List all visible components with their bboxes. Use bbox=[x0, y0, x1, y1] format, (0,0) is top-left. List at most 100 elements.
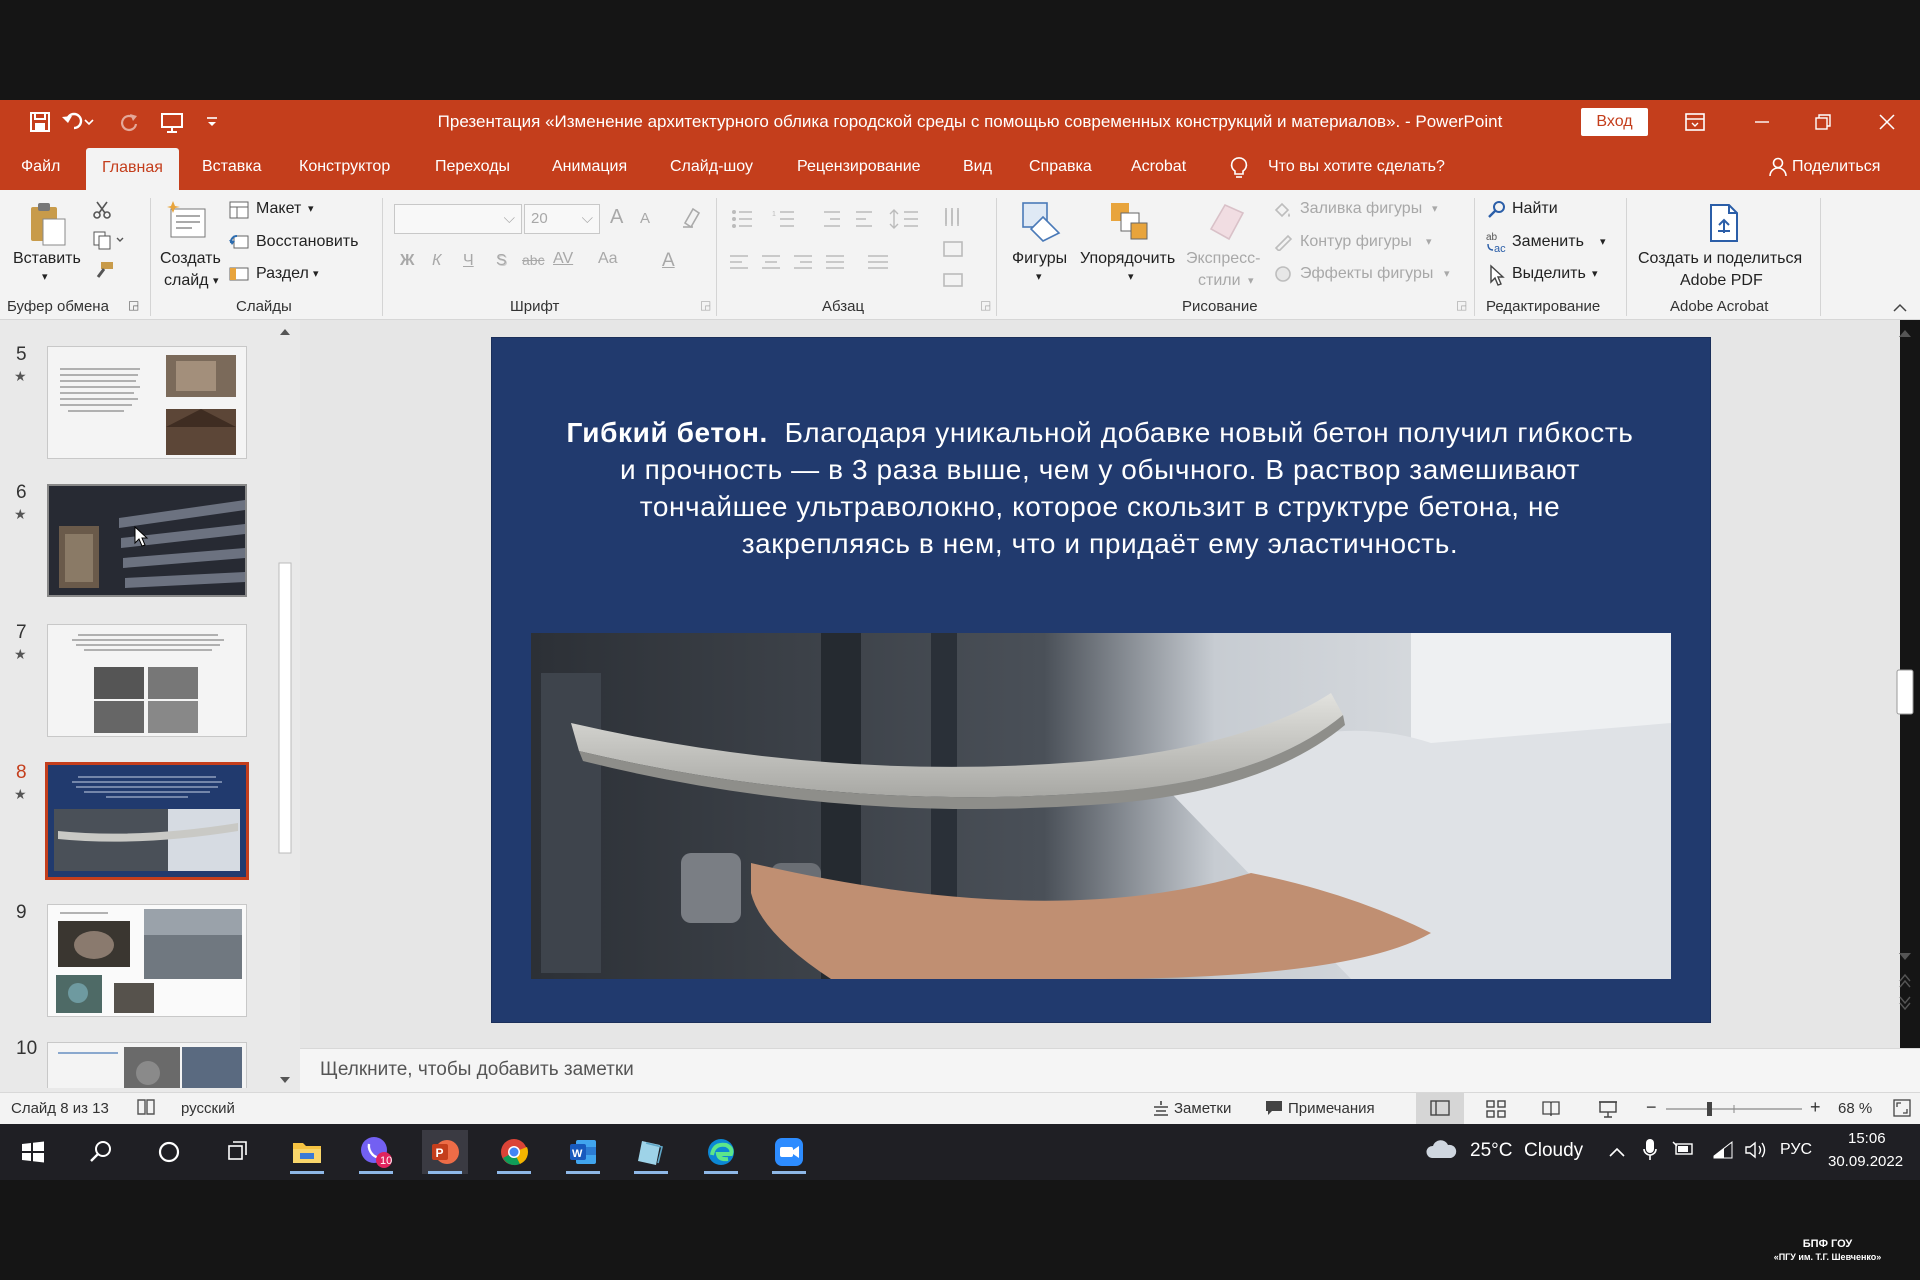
battery-icon[interactable] bbox=[1672, 1140, 1696, 1164]
shapes-button[interactable]: Фигуры bbox=[1012, 250, 1067, 268]
volume-icon[interactable] bbox=[1744, 1140, 1768, 1166]
bold-button[interactable]: Ж bbox=[400, 252, 414, 270]
comments-toggle-button[interactable]: Примечания bbox=[1288, 1100, 1375, 1117]
presentation-start-icon[interactable] bbox=[158, 108, 186, 136]
paste-icon[interactable] bbox=[26, 200, 70, 248]
new-slide-label-2[interactable]: слайд bbox=[164, 272, 209, 290]
normal-view-button[interactable] bbox=[1416, 1093, 1464, 1124]
tab-home[interactable]: Главная bbox=[86, 148, 179, 190]
find-icon[interactable] bbox=[1486, 200, 1508, 220]
clear-formatting-icon[interactable] bbox=[678, 204, 704, 230]
grow-font-icon[interactable]: A bbox=[610, 206, 623, 229]
close-icon[interactable] bbox=[1857, 100, 1917, 144]
zoom-out-button[interactable]: − bbox=[1646, 1097, 1657, 1118]
microphone-icon[interactable] bbox=[1642, 1138, 1658, 1168]
clock-date[interactable]: 30.09.2022 bbox=[1828, 1153, 1903, 1170]
tab-view[interactable]: Вид bbox=[963, 144, 992, 190]
tab-animations[interactable]: Анимация bbox=[552, 144, 627, 190]
notes-app-icon[interactable] bbox=[628, 1130, 674, 1174]
signin-button[interactable]: Вход bbox=[1581, 108, 1648, 136]
zoom-in-button[interactable]: + bbox=[1810, 1097, 1821, 1118]
arrange-button[interactable]: Упорядочить bbox=[1080, 250, 1175, 268]
tab-slideshow[interactable]: Слайд-шоу bbox=[670, 144, 753, 190]
slide-sorter-view-button[interactable] bbox=[1486, 1100, 1506, 1122]
select-cursor-icon[interactable] bbox=[1486, 264, 1508, 286]
layout-icon[interactable] bbox=[228, 200, 250, 220]
minimize-icon[interactable] bbox=[1732, 100, 1792, 144]
slideshow-view-button[interactable] bbox=[1598, 1099, 1618, 1123]
new-slide-icon[interactable] bbox=[166, 198, 210, 242]
format-painter-icon[interactable] bbox=[92, 258, 116, 282]
windows-start-icon[interactable] bbox=[10, 1130, 56, 1174]
clock-time[interactable]: 15:06 bbox=[1848, 1130, 1886, 1147]
undo-icon[interactable] bbox=[58, 108, 98, 136]
underline-button[interactable]: Ч bbox=[463, 252, 474, 270]
restore-icon[interactable] bbox=[1793, 100, 1853, 144]
slide-thumbnail-8-selected[interactable] bbox=[45, 762, 249, 880]
new-slide-button[interactable]: Создать bbox=[160, 250, 221, 268]
file-explorer-icon[interactable] bbox=[284, 1130, 330, 1174]
cut-icon[interactable] bbox=[90, 198, 114, 222]
notes-placeholder[interactable]: Щелкните, чтобы добавить заметки bbox=[320, 1059, 634, 1081]
customize-toolbar-icon[interactable] bbox=[198, 108, 226, 136]
font-launcher-icon[interactable]: ◲ bbox=[700, 298, 711, 312]
notes-icon[interactable] bbox=[1152, 1099, 1170, 1121]
create-share-pdf-label-2[interactable]: Adobe PDF bbox=[1680, 272, 1763, 290]
shape-outline-button[interactable]: Контур фигуры bbox=[1300, 233, 1412, 251]
select-button[interactable]: Выделить bbox=[1512, 265, 1586, 283]
notes-toggle-button[interactable]: Заметки bbox=[1174, 1100, 1231, 1117]
quick-styles-icon[interactable] bbox=[1204, 198, 1250, 246]
powerpoint-icon[interactable]: P bbox=[422, 1130, 468, 1174]
slide-thumbnail-5[interactable] bbox=[47, 346, 247, 459]
tab-insert[interactable]: Вставка bbox=[202, 144, 261, 190]
zoom-slider-thumb[interactable] bbox=[1707, 1102, 1712, 1116]
copy-icon[interactable] bbox=[90, 228, 128, 252]
comments-icon[interactable] bbox=[1264, 1099, 1284, 1121]
tab-help[interactable]: Справка bbox=[1029, 144, 1092, 190]
tab-review[interactable]: Рецензирование bbox=[797, 144, 921, 190]
create-share-pdf-button[interactable]: Создать и поделиться bbox=[1638, 250, 1802, 268]
shape-effects-button[interactable]: Эффекты фигуры bbox=[1300, 265, 1433, 283]
fit-slide-icon[interactable] bbox=[1893, 1099, 1911, 1121]
arrange-icon[interactable] bbox=[1106, 198, 1152, 246]
section-button[interactable]: Раздел bbox=[256, 265, 309, 283]
paste-dropdown-icon[interactable]: ▾ bbox=[42, 270, 48, 283]
wifi-icon[interactable] bbox=[1712, 1140, 1734, 1166]
language-indicator[interactable]: русский bbox=[181, 1100, 235, 1117]
strikethrough-button[interactable]: abc bbox=[522, 252, 545, 268]
char-spacing-button[interactable]: AV bbox=[553, 250, 573, 268]
drawing-launcher-icon[interactable]: ◲ bbox=[1456, 298, 1467, 312]
paste-button[interactable]: Вставить bbox=[13, 250, 81, 268]
shapes-icon[interactable] bbox=[1018, 198, 1064, 246]
find-button[interactable]: Найти bbox=[1512, 200, 1558, 218]
zoom-app-icon[interactable] bbox=[766, 1130, 812, 1174]
reset-button[interactable]: Восстановить bbox=[256, 233, 358, 251]
replace-icon[interactable]: ab ac bbox=[1484, 230, 1510, 254]
share-user-icon[interactable] bbox=[1768, 157, 1788, 179]
tab-design[interactable]: Конструктор bbox=[299, 144, 390, 190]
slide-thumbnail-10[interactable] bbox=[47, 1042, 247, 1088]
reset-icon[interactable] bbox=[228, 232, 250, 252]
edge-icon[interactable] bbox=[698, 1130, 744, 1174]
slide-thumbnail-7[interactable] bbox=[47, 624, 247, 737]
zoom-level[interactable]: 68 % bbox=[1838, 1100, 1872, 1117]
ribbon-display-options-icon[interactable] bbox=[1665, 100, 1725, 144]
shape-fill-button[interactable]: Заливка фигуры bbox=[1300, 200, 1422, 218]
adobe-pdf-icon[interactable] bbox=[1706, 202, 1742, 244]
weather-cloud-icon[interactable] bbox=[1424, 1138, 1458, 1168]
font-size-field[interactable]: 20 ⌵ bbox=[524, 204, 600, 234]
paragraph-align-tools[interactable] bbox=[728, 250, 928, 276]
accessibility-icon[interactable] bbox=[136, 1098, 156, 1120]
shape-outline-icon[interactable] bbox=[1272, 232, 1294, 252]
editor-scrollbar[interactable] bbox=[1895, 325, 1915, 1015]
slide-photo-flexible-concrete[interactable] bbox=[531, 633, 1671, 979]
shadow-button[interactable]: S bbox=[496, 252, 507, 270]
save-icon[interactable] bbox=[26, 108, 54, 136]
shape-effects-icon[interactable] bbox=[1272, 264, 1294, 284]
chrome-icon[interactable] bbox=[491, 1130, 537, 1174]
notes-pane[interactable]: Щелкните, чтобы добавить заметки bbox=[300, 1048, 1920, 1092]
task-view-icon[interactable] bbox=[214, 1130, 260, 1174]
italic-button[interactable]: К bbox=[432, 252, 441, 270]
tab-acrobat[interactable]: Acrobat bbox=[1131, 144, 1186, 190]
show-hidden-icons-icon[interactable] bbox=[1608, 1142, 1626, 1164]
